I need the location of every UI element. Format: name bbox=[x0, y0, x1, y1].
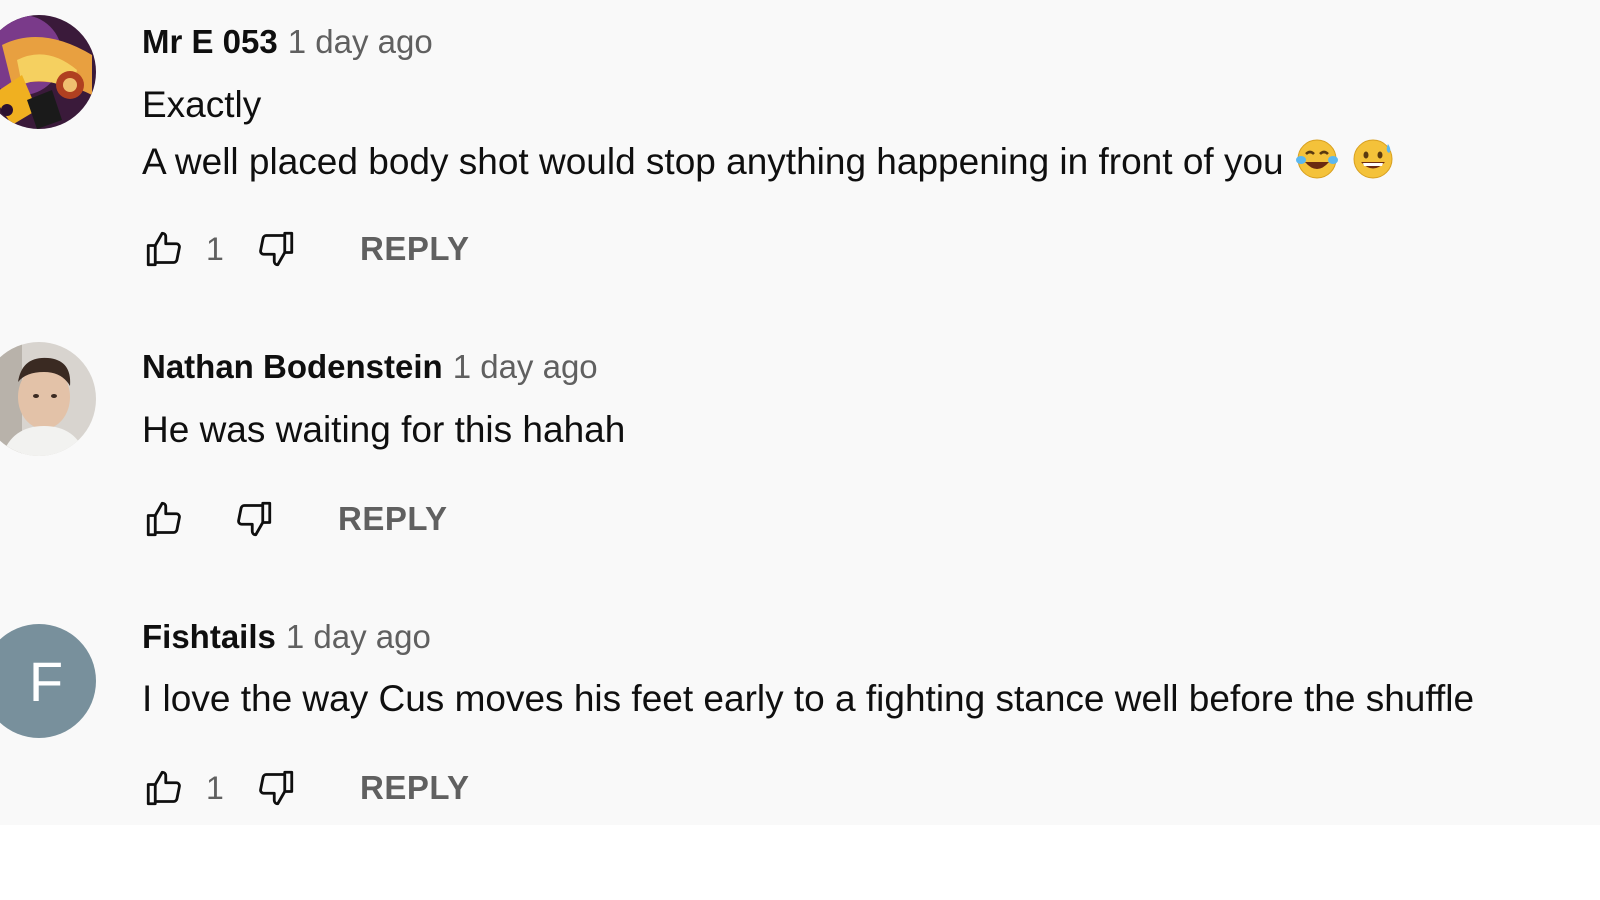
like-count: 1 bbox=[206, 230, 224, 267]
reply-button[interactable]: REPLY bbox=[360, 769, 470, 807]
comment-text: He was waiting for this hahah bbox=[142, 401, 625, 458]
timestamp[interactable]: 1 day ago bbox=[288, 23, 433, 60]
artwork-avatar-image bbox=[0, 15, 96, 129]
timestamp[interactable]: 1 day ago bbox=[453, 348, 598, 385]
like-button[interactable] bbox=[142, 227, 186, 271]
comments-panel: Mr E 053 1 day ago Exactly A well placed … bbox=[0, 0, 1600, 825]
thumbs-up-icon bbox=[146, 231, 181, 267]
dislike-button[interactable] bbox=[254, 227, 298, 271]
reply-button[interactable]: REPLY bbox=[338, 500, 448, 538]
comment-line: Exactly bbox=[142, 84, 262, 125]
timestamp[interactable]: 1 day ago bbox=[286, 618, 431, 655]
avatar[interactable] bbox=[0, 15, 96, 129]
avatar[interactable]: F bbox=[0, 624, 96, 738]
dislike-button[interactable] bbox=[254, 766, 298, 810]
comment-line-text: A well placed body shot would stop anyth… bbox=[142, 141, 1284, 182]
comment-text: Exactly A well placed body shot would st… bbox=[142, 76, 1396, 196]
letter-avatar: F bbox=[0, 624, 96, 738]
grinning-sweat-emoji bbox=[1350, 138, 1396, 196]
comment-actions: 1 REPLY bbox=[142, 766, 470, 810]
author-name[interactable]: Mr E 053 bbox=[142, 23, 278, 60]
comment-actions: REPLY bbox=[142, 497, 448, 541]
reply-button[interactable]: REPLY bbox=[360, 230, 470, 268]
thumbs-down-icon bbox=[259, 231, 294, 267]
author-name[interactable]: Fishtails bbox=[142, 618, 276, 655]
avatar[interactable] bbox=[0, 342, 96, 456]
thumbs-down-icon bbox=[237, 501, 272, 537]
thumbs-down-icon bbox=[259, 770, 294, 806]
like-count: 1 bbox=[206, 769, 224, 806]
photo-avatar-image bbox=[0, 342, 96, 456]
tears-of-joy-emoji bbox=[1294, 138, 1340, 196]
comment-line: A well placed body shot would stop anyth… bbox=[142, 133, 1396, 196]
comment-line: He was waiting for this hahah bbox=[142, 409, 626, 450]
comment-actions: 1 REPLY bbox=[142, 227, 470, 271]
author-name[interactable]: Nathan Bodenstein bbox=[142, 348, 443, 385]
like-button[interactable] bbox=[142, 766, 186, 810]
like-button[interactable] bbox=[142, 497, 186, 541]
thumbs-up-icon bbox=[146, 770, 181, 806]
thumbs-up-icon bbox=[146, 501, 181, 537]
comment-line: I love the way Cus moves his feet early … bbox=[142, 678, 1475, 719]
comment-text: I love the way Cus moves his feet early … bbox=[142, 670, 1474, 727]
dislike-button[interactable] bbox=[232, 497, 276, 541]
